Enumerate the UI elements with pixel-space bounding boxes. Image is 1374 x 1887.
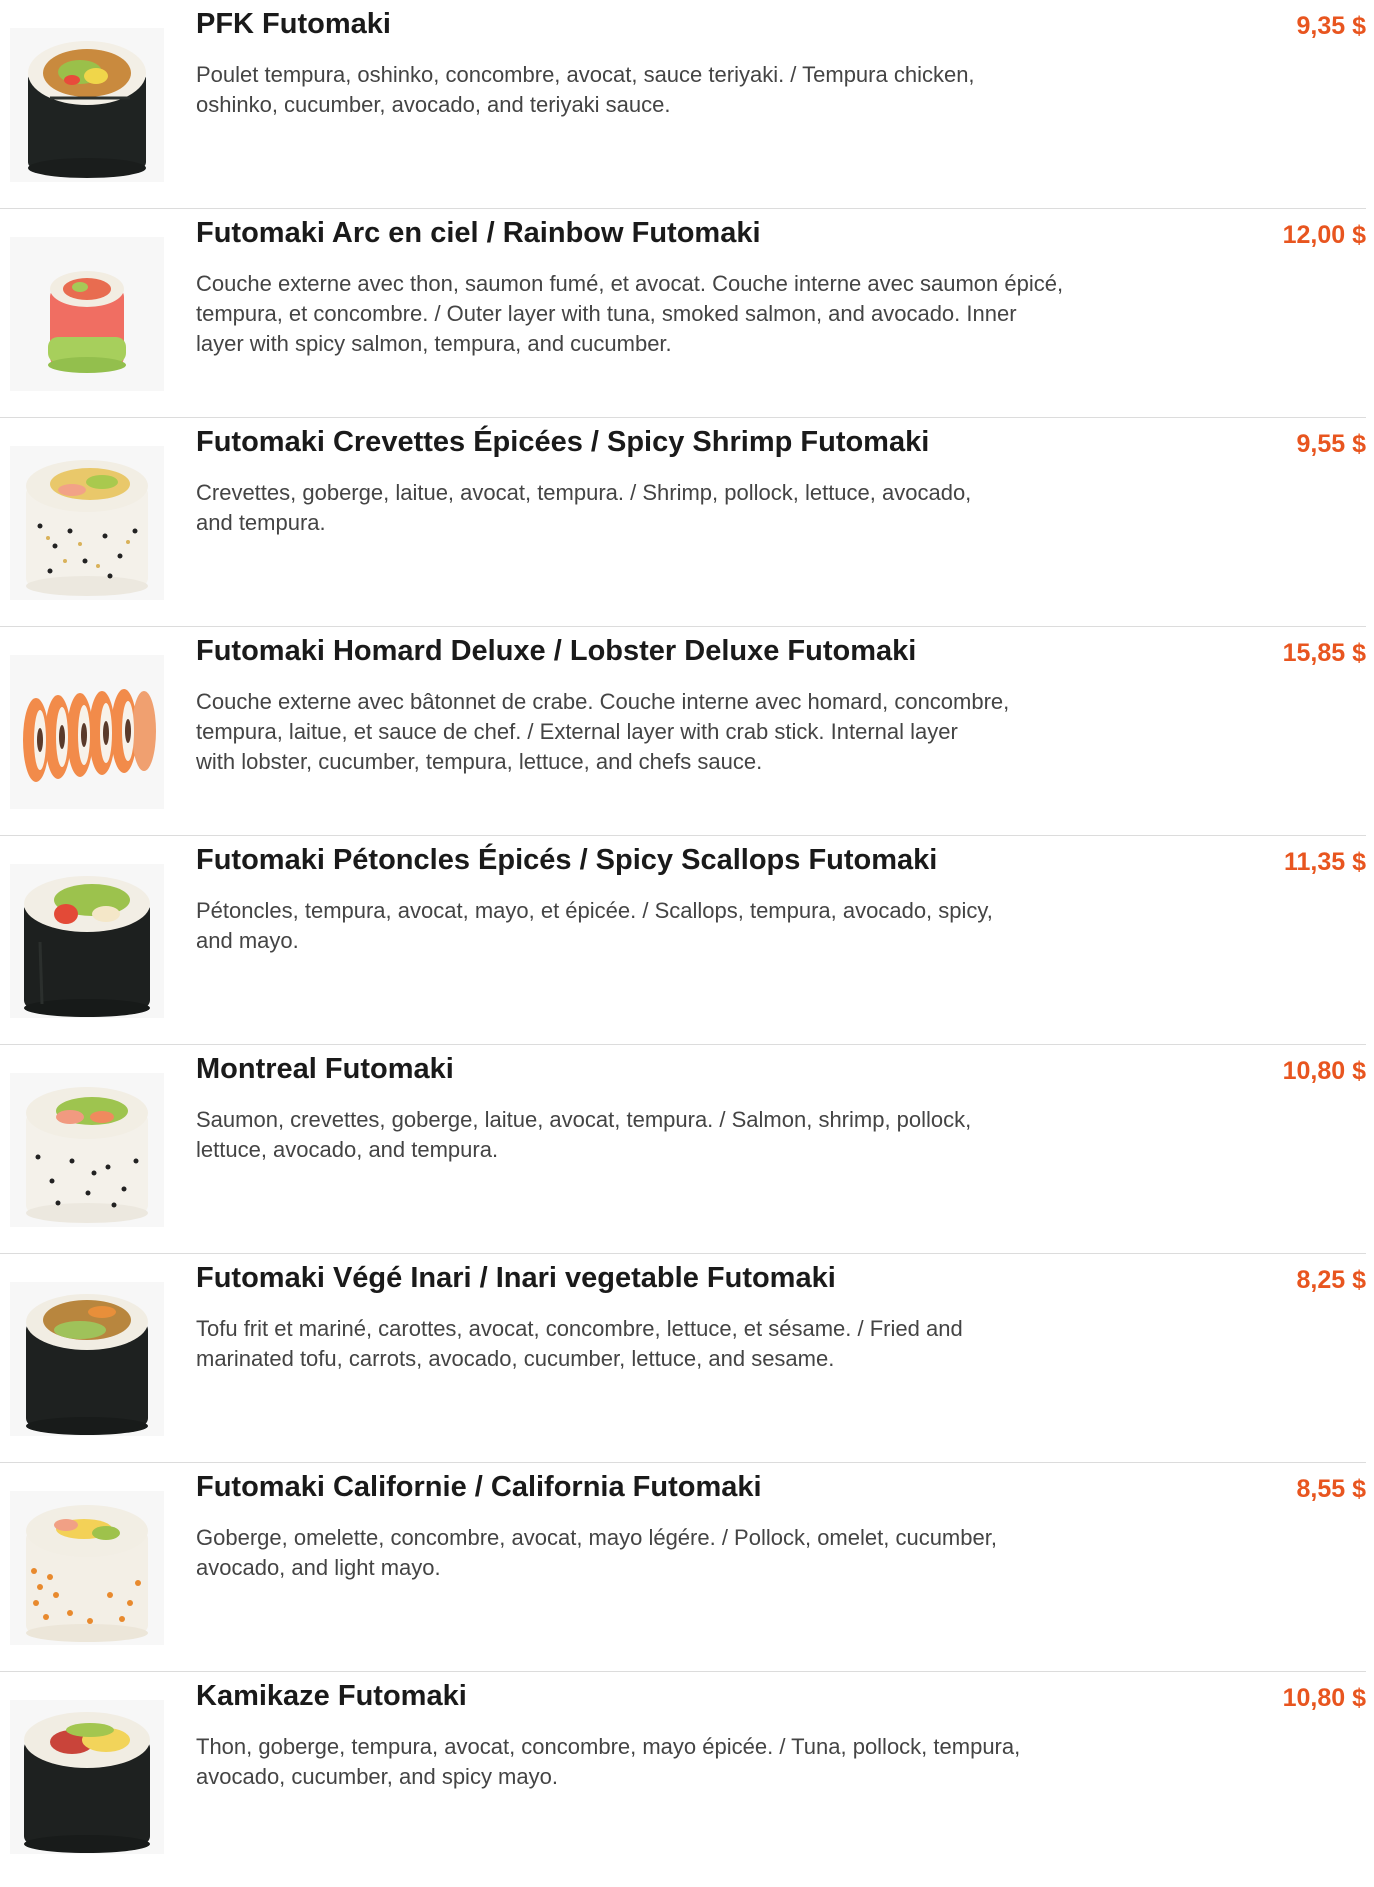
spicy-shrimp-futomaki-image[interactable] xyxy=(10,446,164,600)
description-line: Couche externe avec bâtonnet de crabe. C… xyxy=(196,689,1010,714)
item-description: Poulet tempura, oshinko, concombre, avoc… xyxy=(196,60,1196,120)
item-description: Couche externe avec thon, saumon fumé, e… xyxy=(196,269,1196,359)
menu-item[interactable]: PFK Futomaki Poulet tempura, oshinko, co… xyxy=(0,0,1366,209)
menu-item[interactable]: Montreal Futomaki Saumon, crevettes, gob… xyxy=(0,1045,1366,1254)
item-price: 8,25 $ xyxy=(1296,1266,1366,1294)
item-description: Goberge, omelette, concombre, avocat, ma… xyxy=(196,1523,1196,1583)
rainbow-futomaki-image[interactable] xyxy=(10,237,164,391)
description-line: lettuce, avocado, and tempura. xyxy=(196,1137,499,1162)
inari-vegetable-futomaki-image[interactable] xyxy=(10,1282,164,1436)
description-line: tempura, laitue, et sauce de chef. / Ext… xyxy=(196,719,958,744)
description-line: oshinko, cucumber, avocado, and teriyaki… xyxy=(196,92,671,117)
item-name: Kamikaze Futomaki xyxy=(196,1680,467,1712)
california-futomaki-image[interactable] xyxy=(10,1491,164,1645)
description-line: Couche externe avec thon, saumon fumé, e… xyxy=(196,271,1064,296)
description-line: and mayo. xyxy=(196,928,299,953)
item-price: 9,55 $ xyxy=(1296,430,1366,458)
item-description: Saumon, crevettes, goberge, laitue, avoc… xyxy=(196,1105,1196,1165)
item-name: Futomaki Arc en ciel / Rainbow Futomaki xyxy=(196,217,761,249)
menu-item[interactable]: Futomaki Homard Deluxe / Lobster Deluxe … xyxy=(0,627,1366,836)
item-price: 15,85 $ xyxy=(1282,639,1366,667)
item-price: 10,80 $ xyxy=(1282,1684,1366,1712)
menu-item[interactable]: Futomaki Arc en ciel / Rainbow Futomaki … xyxy=(0,209,1366,418)
item-price: 11,35 $ xyxy=(1283,848,1366,876)
description-line: Tofu frit et mariné, carottes, avocat, c… xyxy=(196,1316,963,1341)
item-description: Tofu frit et mariné, carottes, avocat, c… xyxy=(196,1314,1196,1374)
description-line: Goberge, omelette, concombre, avocat, ma… xyxy=(196,1525,997,1550)
item-price: 10,80 $ xyxy=(1282,1057,1366,1085)
description-line: Saumon, crevettes, goberge, laitue, avoc… xyxy=(196,1107,972,1132)
lobster-deluxe-futomaki-image[interactable] xyxy=(10,655,164,809)
item-price: 12,00 $ xyxy=(1282,221,1366,249)
item-name: Futomaki Californie / California Futomak… xyxy=(196,1471,762,1503)
description-line: Crevettes, goberge, laitue, avocat, temp… xyxy=(196,480,972,505)
description-line: Pétoncles, tempura, avocat, mayo, et épi… xyxy=(196,898,993,923)
description-line: Thon, goberge, tempura, avocat, concombr… xyxy=(196,1734,1021,1759)
item-name: Futomaki Crevettes Épicées / Spicy Shrim… xyxy=(196,426,930,458)
pfk-futomaki-image[interactable] xyxy=(10,28,164,182)
item-name: Montreal Futomaki xyxy=(196,1053,454,1085)
item-name: Futomaki Végé Inari / Inari vegetable Fu… xyxy=(196,1262,836,1294)
description-line: avocado, and light mayo. xyxy=(196,1555,441,1580)
description-line: with lobster, cucumber, tempura, lettuce… xyxy=(196,749,763,774)
description-line: marinated tofu, carrots, avocado, cucumb… xyxy=(196,1346,835,1371)
description-line: tempura, et concombre. / Outer layer wit… xyxy=(196,301,1017,326)
menu-item[interactable]: Futomaki Végé Inari / Inari vegetable Fu… xyxy=(0,1254,1366,1463)
description-line: avocado, cucumber, and spicy mayo. xyxy=(196,1764,558,1789)
menu-item[interactable]: Kamikaze Futomaki Thon, goberge, tempura… xyxy=(0,1672,1366,1881)
menu-item[interactable]: Futomaki Pétoncles Épicés / Spicy Scallo… xyxy=(0,836,1366,1045)
item-price: 8,55 $ xyxy=(1296,1475,1366,1503)
description-line: layer with spicy salmon, tempura, and cu… xyxy=(196,331,672,356)
item-description: Crevettes, goberge, laitue, avocat, temp… xyxy=(196,478,1196,538)
item-name: PFK Futomaki xyxy=(196,8,391,40)
description-line: Poulet tempura, oshinko, concombre, avoc… xyxy=(196,62,975,87)
menu-item[interactable]: Futomaki Californie / California Futomak… xyxy=(0,1463,1366,1672)
item-name: Futomaki Pétoncles Épicés / Spicy Scallo… xyxy=(196,844,938,876)
montreal-futomaki-image[interactable] xyxy=(10,1073,164,1227)
item-description: Pétoncles, tempura, avocat, mayo, et épi… xyxy=(196,896,1196,956)
item-price: 9,35 $ xyxy=(1296,12,1366,40)
item-name: Futomaki Homard Deluxe / Lobster Deluxe … xyxy=(196,635,917,667)
spicy-scallops-futomaki-image[interactable] xyxy=(10,864,164,1018)
item-description: Couche externe avec bâtonnet de crabe. C… xyxy=(196,687,1196,777)
description-line: and tempura. xyxy=(196,510,326,535)
menu-list: PFK Futomaki Poulet tempura, oshinko, co… xyxy=(0,0,1374,1881)
item-description: Thon, goberge, tempura, avocat, concombr… xyxy=(196,1732,1196,1792)
menu-item[interactable]: Futomaki Crevettes Épicées / Spicy Shrim… xyxy=(0,418,1366,627)
kamikaze-futomaki-image[interactable] xyxy=(10,1700,164,1854)
